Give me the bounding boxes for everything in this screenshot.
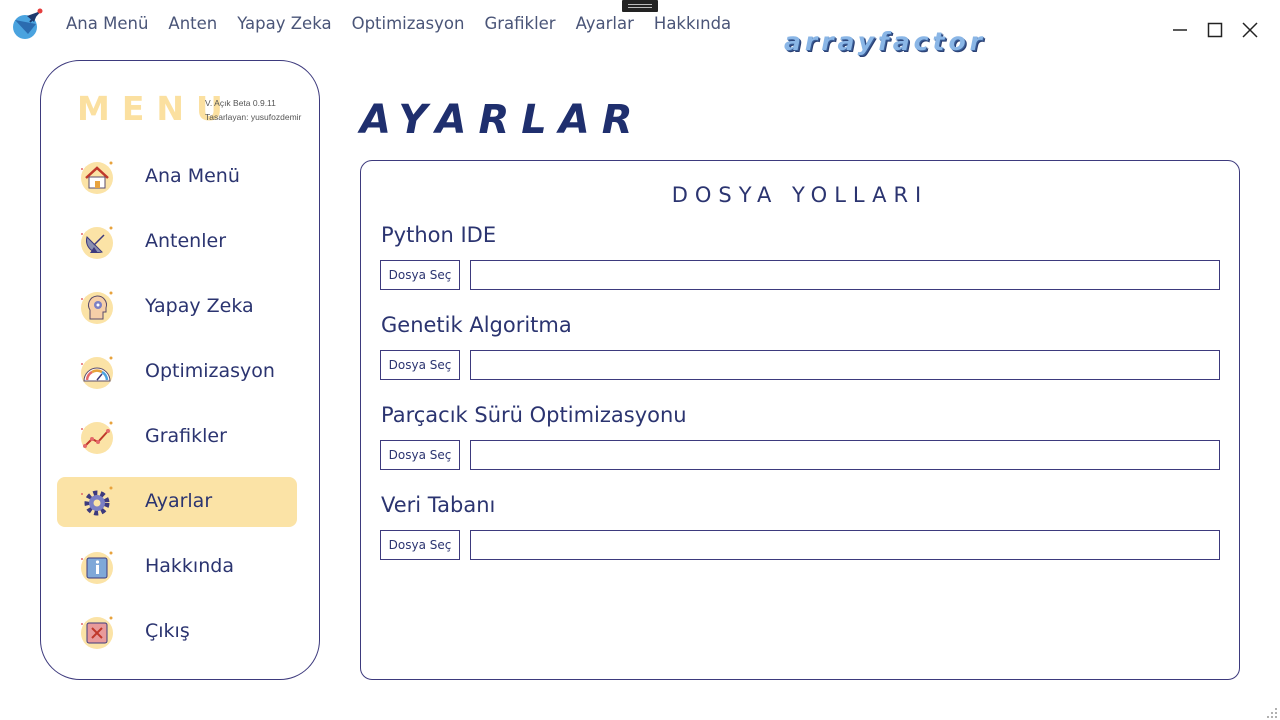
top-menu-yapay-zeka[interactable]: Yapay Zeka <box>237 14 331 33</box>
info-icon <box>78 548 116 586</box>
app-logo-icon <box>10 8 44 42</box>
window-drag-handle[interactable] <box>622 0 658 12</box>
top-menu-ana-menu[interactable]: Ana Menü <box>66 14 148 33</box>
gear-icon <box>78 483 116 521</box>
database-path-input[interactable] <box>470 530 1220 560</box>
sidebar-item-label: Ana Menü <box>145 165 240 187</box>
pso-path-input[interactable] <box>470 440 1220 470</box>
sidebar-item-label: Grafikler <box>145 425 227 447</box>
minimize-icon[interactable] <box>1168 18 1192 42</box>
panel-title: DOSYA YOLLARI <box>671 183 929 207</box>
database-label: Veri Tabanı <box>381 493 496 517</box>
maximize-icon[interactable] <box>1203 18 1227 42</box>
python-ide-label: Python IDE <box>381 223 497 247</box>
brand-logo: arrayfactor <box>784 27 986 56</box>
sidebar-item-ayarlar[interactable]: Ayarlar <box>57 477 297 527</box>
top-menu-ayarlar[interactable]: Ayarlar <box>576 14 634 33</box>
version-label: V. Açık Beta 0.9.11 <box>205 98 276 108</box>
sidebar-item-yapay-zeka[interactable]: Yapay Zeka <box>57 282 297 332</box>
python-ide-select-button[interactable]: Dosya Seç <box>380 260 460 290</box>
top-menu-hakkinda[interactable]: Hakkında <box>654 14 731 33</box>
exit-icon <box>78 613 116 651</box>
resize-grip-icon[interactable] <box>1266 706 1278 718</box>
sidebar-item-label: Yapay Zeka <box>145 295 254 317</box>
file-paths-panel: DOSYA YOLLARI Python IDE Dosya Seç Genet… <box>360 160 1240 680</box>
python-ide-path-input[interactable] <box>470 260 1220 290</box>
sidebar-item-label: Ayarlar <box>145 490 213 512</box>
sidebar-item-antenler[interactable]: Antenler <box>57 217 297 267</box>
page-title: AYARLAR <box>360 97 645 143</box>
database-select-button[interactable]: Dosya Seç <box>380 530 460 560</box>
satellite-dish-icon <box>78 223 116 261</box>
top-menu-grafikler[interactable]: Grafikler <box>484 14 555 33</box>
speedometer-icon <box>78 353 116 391</box>
ai-brain-icon <box>78 288 116 326</box>
pso-label: Parçacık Sürü Optimizasyonu <box>381 403 687 427</box>
sidebar-item-cikis[interactable]: Çıkış <box>57 607 297 657</box>
top-menu-anten[interactable]: Anten <box>168 14 217 33</box>
top-menu: Ana Menü Anten Yapay Zeka Optimizasyon G… <box>56 14 741 33</box>
genetic-algorithm-select-button[interactable]: Dosya Seç <box>380 350 460 380</box>
top-menu-optimizasyon[interactable]: Optimizasyon <box>352 14 465 33</box>
sidebar-item-label: Hakkında <box>145 555 234 577</box>
genetic-algorithm-path-input[interactable] <box>470 350 1220 380</box>
sidebar: MENU V. Açık Beta 0.9.11 Tasarlayan: yus… <box>40 60 320 680</box>
line-chart-icon <box>78 418 116 456</box>
version-info: V. Açık Beta 0.9.11 Tasarlayan: yusufozd… <box>205 96 301 124</box>
sidebar-item-ana-menu[interactable]: Ana Menü <box>57 152 297 202</box>
sidebar-item-grafikler[interactable]: Grafikler <box>57 412 297 462</box>
designer-label: Tasarlayan: yusufozdemir <box>205 112 302 122</box>
close-icon[interactable] <box>1238 18 1262 42</box>
sidebar-item-hakkinda[interactable]: Hakkında <box>57 542 297 592</box>
sidebar-item-label: Çıkış <box>145 620 190 642</box>
genetic-algorithm-label: Genetik Algoritma <box>381 313 572 337</box>
home-icon <box>78 158 116 196</box>
sidebar-item-label: Antenler <box>145 230 227 252</box>
sidebar-item-optimizasyon[interactable]: Optimizasyon <box>57 347 297 397</box>
pso-select-button[interactable]: Dosya Seç <box>380 440 460 470</box>
sidebar-item-label: Optimizasyon <box>145 360 275 382</box>
